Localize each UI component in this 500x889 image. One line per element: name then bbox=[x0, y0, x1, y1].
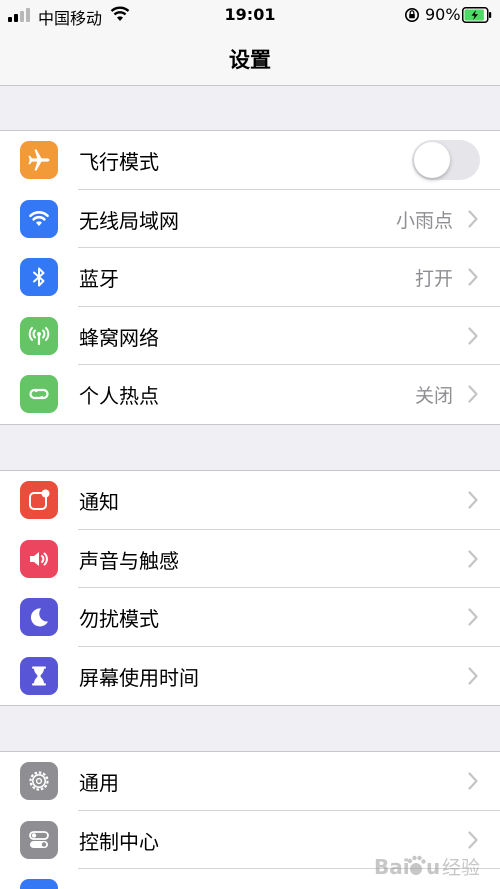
switches-icon bbox=[20, 820, 58, 859]
chevron-right-icon bbox=[468, 491, 478, 509]
display-icon bbox=[20, 879, 58, 889]
settings-row-label: 通知 bbox=[79, 490, 119, 514]
battery-icon bbox=[462, 7, 492, 23]
chevron-right-icon bbox=[468, 385, 478, 403]
chevron-right-icon bbox=[468, 209, 478, 228]
notification-icon bbox=[20, 481, 58, 519]
bluetooth-status-value: 打开 bbox=[414, 268, 453, 290]
chevron-right-icon bbox=[468, 326, 478, 345]
hourglass-icon bbox=[20, 656, 58, 695]
hotspot-icon bbox=[20, 375, 58, 413]
chevron-right-icon bbox=[468, 549, 478, 568]
settings-row-label: 声音与触感 bbox=[79, 548, 179, 573]
chevron-right-icon bbox=[468, 666, 478, 685]
navigation-bar: 设置 bbox=[0, 30, 500, 86]
svg-text:Bai: Bai bbox=[374, 855, 410, 879]
rotation-lock-icon bbox=[405, 8, 419, 22]
chevron-right-icon bbox=[468, 268, 478, 286]
wifi-network-value: 小雨点 bbox=[395, 209, 453, 232]
chevron-right-icon bbox=[468, 608, 478, 626]
settings-row-general[interactable]: 通用 bbox=[0, 752, 500, 811]
airplane-mode-toggle[interactable] bbox=[412, 140, 480, 180]
airplane-icon bbox=[20, 141, 58, 179]
antenna-icon bbox=[20, 316, 58, 355]
toggle-knob bbox=[414, 142, 450, 178]
chevron-right-icon bbox=[468, 830, 478, 849]
page-title: 设置 bbox=[229, 48, 271, 72]
hotspot-status-value: 关闭 bbox=[414, 385, 453, 407]
wifi-icon bbox=[20, 199, 58, 238]
baidu-watermark-logo: Bai u 经验 bbox=[374, 855, 480, 879]
battery-percent: 90% bbox=[425, 5, 461, 24]
settings-row-do-not-disturb[interactable]: 勿扰模式 bbox=[0, 588, 500, 647]
settings-group-attention: 通知 声音与触感 勿扰模式 屏幕使用时间 bbox=[0, 470, 500, 706]
speaker-icon bbox=[20, 539, 58, 578]
status-bar: 中国移动 19:01 90% bbox=[0, 0, 500, 30]
settings-row-label: 屏幕使用时间 bbox=[79, 665, 199, 690]
settings-row-screen-time[interactable]: 屏幕使用时间 bbox=[0, 647, 500, 706]
chevron-right-icon bbox=[468, 772, 478, 790]
settings-row-notifications[interactable]: 通知 bbox=[0, 471, 500, 530]
settings-row-sounds[interactable]: 声音与触感 bbox=[0, 530, 500, 588]
settings-row-label: 飞行模式 bbox=[79, 150, 159, 174]
settings-row-cellular[interactable]: 蜂窝网络 bbox=[0, 307, 500, 365]
settings-row-label: 个人热点 bbox=[79, 384, 159, 408]
settings-row-bluetooth[interactable]: 蓝牙 打开 bbox=[0, 248, 500, 307]
svg-text:经验: 经验 bbox=[442, 857, 480, 879]
settings-row-label: 控制中心 bbox=[79, 829, 159, 854]
settings-row-label: 无线局域网 bbox=[79, 208, 179, 233]
settings-row-label: 勿扰模式 bbox=[79, 607, 159, 631]
gear-icon bbox=[20, 762, 58, 800]
settings-row-label: 通用 bbox=[79, 771, 119, 795]
settings-row-label: 蓝牙 bbox=[79, 267, 119, 291]
settings-row-label: 蜂窝网络 bbox=[79, 325, 159, 350]
bluetooth-icon bbox=[20, 258, 58, 296]
settings-row-wifi[interactable]: 无线局域网 小雨点 bbox=[0, 190, 500, 248]
settings-row-hotspot[interactable]: 个人热点 关闭 bbox=[0, 365, 500, 424]
settings-row-airplane-mode[interactable]: 飞行模式 bbox=[0, 131, 500, 190]
svg-text:u: u bbox=[426, 855, 440, 879]
settings-group-connectivity: 飞行模式 无线局域网 小雨点 蓝牙 打开 蜂窝网络 个人热点 关闭 bbox=[0, 130, 500, 425]
moon-icon bbox=[20, 598, 58, 636]
